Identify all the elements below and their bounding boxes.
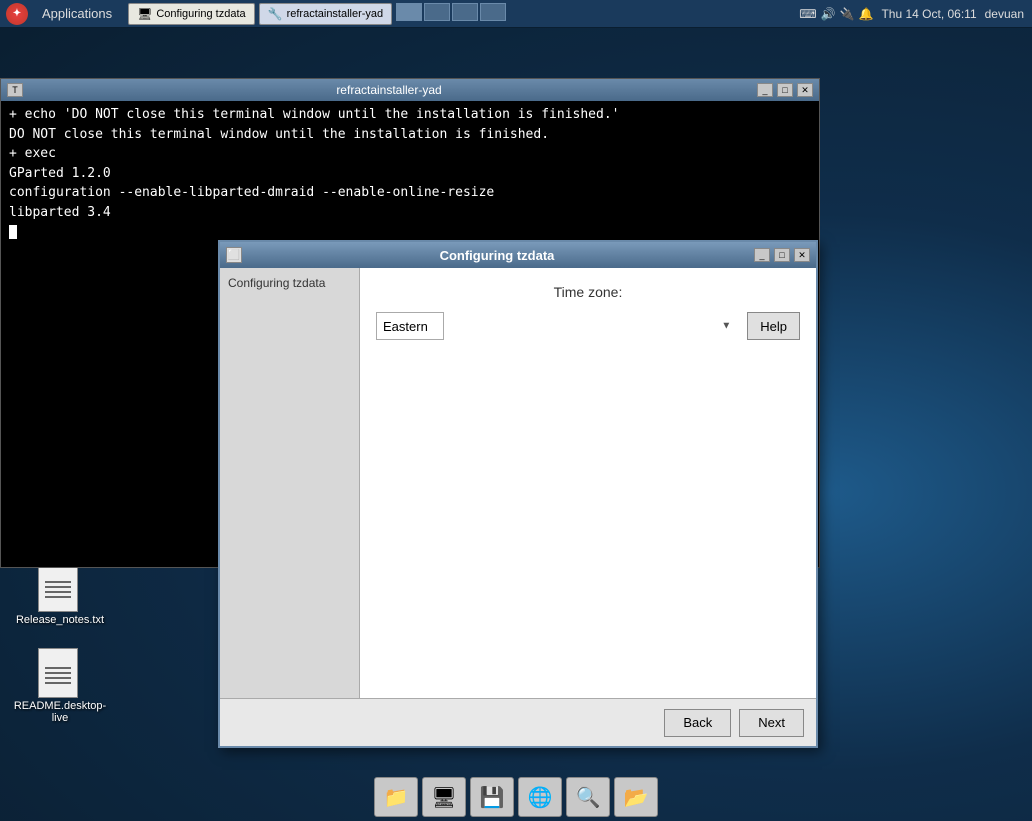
readme-file-icon xyxy=(38,646,82,698)
dialog-maximize[interactable]: □ xyxy=(774,248,790,262)
file-line xyxy=(45,667,71,669)
bottom-icon-filemanager[interactable]: 📁 xyxy=(374,777,418,817)
timezone-select[interactable]: Eastern Central Mountain Pacific UTC xyxy=(376,312,444,340)
timezone-row: Eastern Central Mountain Pacific UTC Hel… xyxy=(376,312,800,340)
tray-icon-bell: 🔔 xyxy=(859,7,874,21)
terminal-title: refractainstaller-yad xyxy=(23,83,755,97)
terminal-line-5: configuration --enable-libparted-dmraid … xyxy=(9,183,811,203)
file-line xyxy=(45,591,71,593)
dialog-footer: Back Next xyxy=(220,698,816,746)
file-line xyxy=(45,677,71,679)
clock: Thu 14 Oct, 06:11 xyxy=(881,7,976,21)
terminal-close[interactable]: ✕ xyxy=(797,83,813,97)
terminal-titlebar: T refractainstaller-yad _ □ ✕ xyxy=(1,79,819,101)
dialog-close[interactable]: ✕ xyxy=(794,248,810,262)
bottom-icon-storage[interactable]: 💾 xyxy=(470,777,514,817)
dialog-content: Configuring tzdata Time zone: Eastern Ce… xyxy=(220,268,816,698)
screen-switcher xyxy=(396,3,506,25)
taskbar-top: ✦ Applications 🖥 Configuring tzdata 🔧 re… xyxy=(0,0,1032,28)
terminal-maximize[interactable]: □ xyxy=(777,83,793,97)
timezone-label: Time zone: xyxy=(376,284,800,300)
terminal-line-7 xyxy=(9,222,811,242)
file-lines-1 xyxy=(45,581,71,601)
terminal-minimize[interactable]: _ xyxy=(757,83,773,97)
screen-btn-4[interactable] xyxy=(480,3,506,21)
desktop: ✦ Applications 🖥 Configuring tzdata 🔧 re… xyxy=(0,0,1032,821)
installer-tab-label: refractainstaller-yad xyxy=(287,8,384,20)
dialog-icon: ⬜ xyxy=(226,247,242,263)
bottom-icon-browser[interactable]: 🌐 xyxy=(518,777,562,817)
timezone-select-wrapper: Eastern Central Mountain Pacific UTC xyxy=(376,312,739,340)
screen-btn-3[interactable] xyxy=(452,3,478,21)
dialog-wm-btns: _ □ ✕ xyxy=(752,248,810,262)
window-tab-installer[interactable]: 🔧 refractainstaller-yad xyxy=(259,3,393,25)
dialog-minimize[interactable]: _ xyxy=(754,248,770,262)
screen-btn-2[interactable] xyxy=(424,3,450,21)
dialog-sidebar: Configuring tzdata xyxy=(220,268,360,698)
windows-area: 🖥 Configuring tzdata 🔧 refractainstaller… xyxy=(120,3,791,25)
dialog-main: Time zone: Eastern Central Mountain Paci… xyxy=(360,268,816,698)
menu-applications[interactable]: Applications xyxy=(42,6,112,21)
tray-icons: ⌨ 🔊 🔌 🔔 xyxy=(799,7,873,21)
app-menu: ✦ xyxy=(0,3,34,25)
taskbar-right: ⌨ 🔊 🔌 🔔 Thu 14 Oct, 06:11 devuan xyxy=(791,7,1032,21)
bottom-icon-files[interactable]: 📂 xyxy=(614,777,658,817)
file-line xyxy=(45,581,71,583)
desktop-icon-readme[interactable]: README.desktop-live xyxy=(20,646,100,724)
readme-label: README.desktop-live xyxy=(14,700,106,724)
file-line xyxy=(45,672,71,674)
file-line xyxy=(45,586,71,588)
dialog-titlebar: ⬜ Configuring tzdata _ □ ✕ xyxy=(220,242,816,268)
next-button[interactable]: Next xyxy=(739,709,804,737)
terminal-wm-icon: T xyxy=(7,83,23,97)
installer-tab-icon: 🔧 xyxy=(268,7,283,21)
terminal-cursor xyxy=(9,225,17,239)
terminal-line-2: DO NOT close this terminal window until … xyxy=(9,125,811,145)
tray-icon-kbd: ⌨ xyxy=(799,7,816,21)
tzdata-tab-label: Configuring tzdata xyxy=(156,8,245,20)
dialog-sidebar-label: Configuring tzdata xyxy=(228,276,325,290)
taskbar-bottom: 📁 🖥 💾 🌐 🔍 📂 xyxy=(0,773,1032,821)
bottom-icon-search[interactable]: 🔍 xyxy=(566,777,610,817)
tzdata-dialog: ⬜ Configuring tzdata _ □ ✕ Configuring t… xyxy=(218,240,818,748)
window-tab-tzdata[interactable]: 🖥 Configuring tzdata xyxy=(128,3,255,25)
file-lines-2 xyxy=(45,667,71,687)
file-line xyxy=(45,596,71,598)
file-body-1 xyxy=(38,562,78,612)
file-body-2 xyxy=(38,648,78,698)
tray-icon-net: 🔌 xyxy=(840,7,855,21)
dialog-title: Configuring tzdata xyxy=(242,248,752,263)
tray-icon-vol: 🔊 xyxy=(821,7,836,21)
terminal-line-1: + echo 'DO NOT close this terminal windo… xyxy=(9,105,811,125)
terminal-line-3: + exec xyxy=(9,144,811,164)
terminal-line-6: libparted 3.4 xyxy=(9,203,811,223)
username: devuan xyxy=(985,7,1024,21)
menu-items: Applications xyxy=(34,6,120,21)
desktop-icon-release-notes[interactable]: Release_notes.txt xyxy=(20,560,100,626)
tzdata-tab-icon: 🖥 xyxy=(137,7,152,21)
back-button[interactable]: Back xyxy=(664,709,731,737)
release-notes-label: Release_notes.txt xyxy=(16,614,104,626)
app-icon: ✦ xyxy=(6,3,28,25)
help-button[interactable]: Help xyxy=(747,312,800,340)
terminal-line-4: GParted 1.2.0 xyxy=(9,164,811,184)
bottom-icon-terminal[interactable]: 🖥 xyxy=(422,777,466,817)
desktop-icons: Release_notes.txt README.desktop-live xyxy=(20,560,100,724)
screen-btn-1[interactable] xyxy=(396,3,422,21)
file-line xyxy=(45,682,71,684)
